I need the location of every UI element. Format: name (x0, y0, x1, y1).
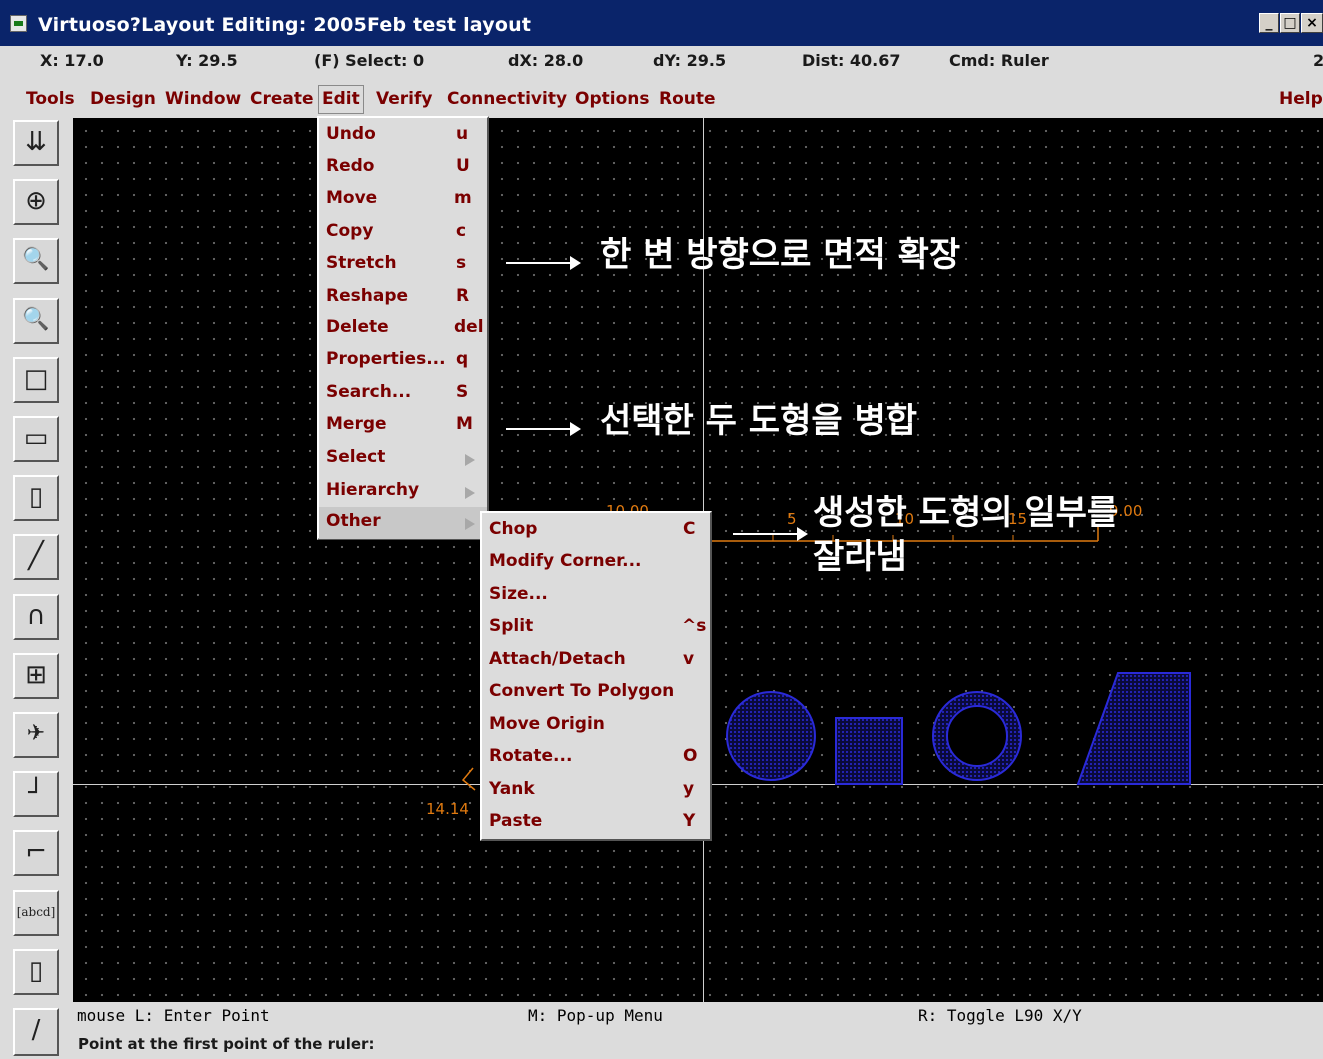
zoom-in-icon[interactable]: 🔍 (13, 238, 59, 284)
trapezoid-shape[interactable] (1076, 672, 1191, 785)
fit-icon[interactable]: ⊕ (13, 179, 59, 225)
arc-icon[interactable]: ∩ (13, 594, 59, 640)
status-extra: 2 (1313, 51, 1323, 70)
select-count: (F) Select: 0 (314, 51, 425, 70)
left-toolbar: ⇊ ⊕ 🔍 🔍 □ ▭ ▯ ╱ ∩ ⊞ ✈ ┘ ⌐ [abcd] ▯ / (0, 118, 73, 1059)
grid-icon[interactable]: ⊞ (13, 653, 59, 699)
ruler-pencil-icon[interactable]: ╱ (13, 534, 59, 580)
menu-verify[interactable]: Verify (376, 89, 432, 109)
ruler-diag-mark (461, 767, 476, 791)
prompt-message: Point at the first point of the ruler: (78, 1035, 375, 1053)
window-icon[interactable]: ▭ (13, 416, 59, 462)
annotation-merge: 선택한 두 도형을 병합 (600, 401, 918, 441)
other-menu-yank[interactable]: Yank y (482, 775, 710, 807)
annotation-chop-line2: 잘라냄 (813, 537, 907, 577)
mouse-hint-bar: mouse L: Enter Point M: Pop-up Menu R: T… (73, 1003, 1323, 1029)
app-icon (10, 15, 27, 32)
label-icon[interactable]: [abcd] (13, 890, 59, 936)
menu-help[interactable]: Help (1279, 89, 1323, 109)
flight-icon[interactable]: ✈ (13, 712, 59, 758)
mouse-right-hint: R: Toggle L90 X/Y (918, 1006, 1082, 1025)
edit-menu-copy[interactable]: Copy c (319, 217, 487, 249)
submenu-arrow-icon (465, 518, 475, 530)
annotation-stretch: 한 변 방향으로 면적 확장 (600, 235, 961, 275)
y-coordinate: Y: 29.5 (176, 51, 238, 70)
other-menu-split[interactable]: Split ^s (482, 612, 710, 644)
current-command: Cmd: Ruler (949, 51, 1049, 70)
delta-x: dX: 28.0 (508, 51, 584, 70)
maximize-icon[interactable]: □ (1280, 13, 1300, 33)
annotation-arrow-stretch (506, 256, 581, 270)
other-menu-size[interactable]: Size... (482, 580, 710, 612)
polygon-icon[interactable]: ⌐ (13, 830, 59, 876)
ruler-icon[interactable]: / (13, 1008, 59, 1056)
other-submenu: Chop C Modify Corner... Size... Split ^s A… (480, 511, 712, 841)
mouse-left-hint: mouse L: Enter Point (77, 1006, 270, 1025)
close-icon[interactable]: × (1301, 13, 1323, 33)
menu-route[interactable]: Route (659, 89, 716, 109)
other-menu-chop[interactable]: Chop C (482, 515, 710, 547)
submenu-arrow-icon (465, 487, 475, 499)
edit-menu-select[interactable]: Select (319, 443, 487, 475)
menu-options[interactable]: Options (575, 89, 649, 109)
menu-bar: Tools Design Window Create Edit Verify C… (0, 85, 1323, 114)
menu-tools[interactable]: Tools (26, 89, 75, 109)
delta-y: dY: 29.5 (653, 51, 727, 70)
edit-menu-other[interactable]: Other (319, 507, 487, 539)
menu-connectivity[interactable]: Connectivity (447, 89, 567, 109)
annotation-chop-line1: 생성한 도형의 일부를 (813, 493, 1119, 533)
other-menu-attach-detach[interactable]: Attach/Detach v (482, 645, 710, 677)
edit-menu-redo[interactable]: Redo U (319, 152, 487, 184)
other-menu-rotate[interactable]: Rotate... O (482, 742, 710, 774)
circle-shape[interactable] (726, 691, 816, 781)
mouse-middle-hint: M: Pop-up Menu (528, 1006, 663, 1025)
edit-menu-stretch[interactable]: Stretch s (319, 249, 487, 281)
edit-menu-hierarchy[interactable]: Hierarchy (319, 476, 487, 508)
menu-window[interactable]: Window (165, 89, 241, 109)
coordinate-status-bar: X: 17.0 Y: 29.5 (F) Select: 0 dX: 28.0 d… (0, 46, 1323, 74)
window-title: Virtuoso?Layout Editing: 2005Feb test la… (38, 14, 532, 36)
minimize-icon[interactable]: _ (1259, 13, 1279, 33)
menu-edit[interactable]: Edit (318, 85, 364, 114)
x-coordinate: X: 17.0 (40, 51, 104, 70)
square-shape[interactable] (835, 717, 903, 785)
donut-hole (946, 705, 1008, 767)
menu-create[interactable]: Create (250, 89, 314, 109)
other-menu-paste[interactable]: Paste Y (482, 807, 710, 839)
ruler-label-mid: 5 (787, 510, 797, 528)
prompt-bar: Point at the first point of the ruler: (73, 1030, 1323, 1059)
menu-design[interactable]: Design (90, 89, 156, 109)
edit-menu-search[interactable]: Search... S (319, 378, 487, 410)
other-menu-move-origin[interactable]: Move Origin (482, 710, 710, 742)
ruler-label-diag: 14.14 (426, 800, 469, 818)
stretch-box-icon[interactable]: ▯ (13, 475, 59, 521)
edit-menu-undo[interactable]: Undo u (319, 120, 487, 152)
edit-menu-move[interactable]: Move m (319, 184, 487, 216)
edit-menu-merge[interactable]: Merge M (319, 410, 487, 442)
title-bar: Virtuoso?Layout Editing: 2005Feb test la… (0, 0, 1323, 46)
edit-menu: Undo u Redo U Move m Copy c Stretch s Reshape… (317, 116, 489, 540)
rectangle-icon[interactable]: ▯ (13, 949, 59, 995)
edit-menu-reshape[interactable]: Reshape R (319, 282, 487, 314)
save-icon[interactable]: ⇊ (13, 120, 59, 166)
edit-menu-properties[interactable]: Properties... q (319, 345, 487, 377)
annotation-arrow-chop (733, 527, 808, 541)
other-menu-convert-to-polygon[interactable]: Convert To Polygon (482, 677, 710, 709)
select-box-icon[interactable]: □ (13, 357, 59, 403)
zoom-out-icon[interactable]: 🔍 (13, 298, 59, 344)
other-menu-modify-corner[interactable]: Modify Corner... (482, 547, 710, 579)
submenu-arrow-icon (465, 454, 475, 466)
annotation-arrow-merge (506, 422, 581, 436)
edit-menu-delete[interactable]: Delete del (319, 313, 487, 345)
distance: Dist: 40.67 (802, 51, 901, 70)
path-icon[interactable]: ┘ (13, 771, 59, 817)
